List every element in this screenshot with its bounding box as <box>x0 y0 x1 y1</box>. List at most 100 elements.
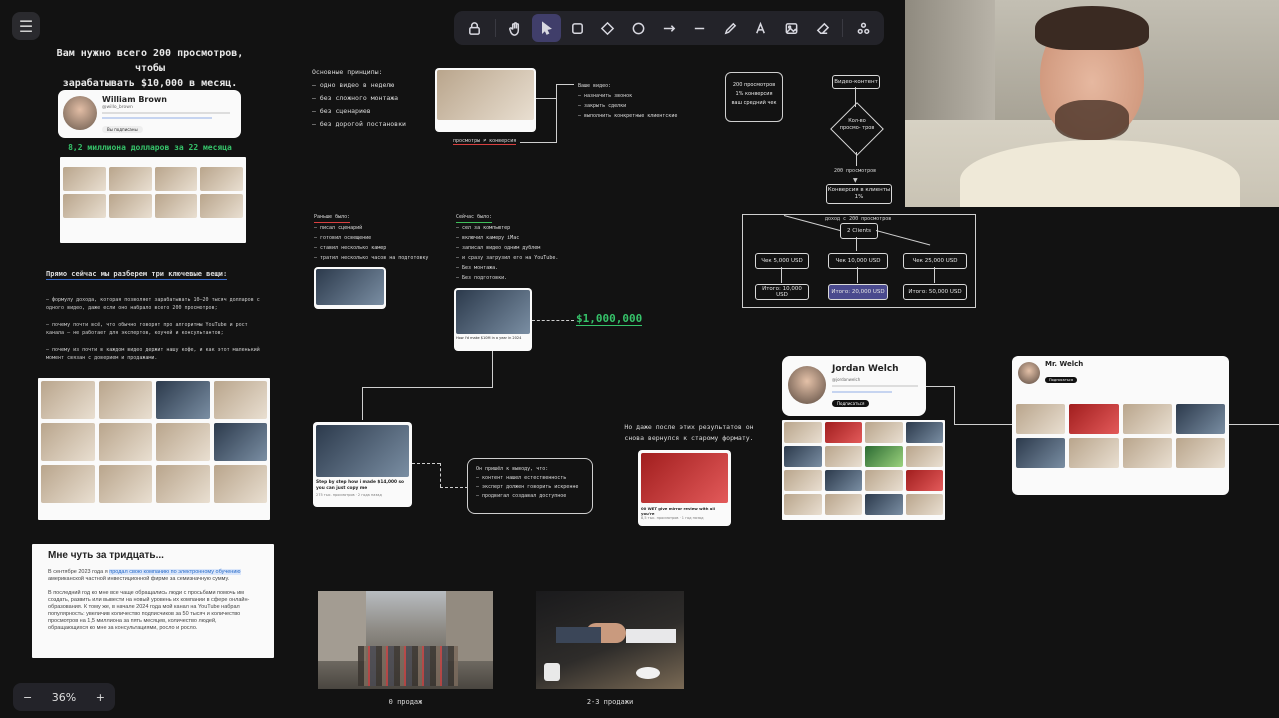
zoom-control: − 36% + <box>13 683 115 711</box>
zoom-level[interactable]: 36% <box>52 691 76 704</box>
text-icon[interactable] <box>747 14 776 42</box>
hand-icon[interactable] <box>502 14 531 42</box>
stat-line1: 200 просмотров <box>732 82 776 88</box>
topic-3: — почему из почти в каждом видео держит … <box>46 347 260 361</box>
principle-1: – одно видео в неделю <box>312 81 395 89</box>
library-icon[interactable] <box>849 14 878 42</box>
step-video-card: Step by step how i made $14,000 so you c… <box>313 422 412 507</box>
zoom-in-button[interactable]: + <box>96 691 105 704</box>
rectangle-icon[interactable] <box>563 14 592 42</box>
bio-title: Мне чуть за тридцать... <box>48 550 164 561</box>
early-thumbnail <box>314 267 386 309</box>
now-1: – сел за компьютер <box>456 225 511 231</box>
jordan-video-grid <box>782 420 945 520</box>
green-revenue-heading: 8,2 миллиона долларов за 22 месяца <box>68 143 232 152</box>
stat-box: 200 просмотров 1% конверсия ваш средний … <box>725 72 783 122</box>
jordan-subscribe-button[interactable]: Подписаться <box>832 400 870 407</box>
early-4: – тратил несколько часов на подготовку <box>314 255 429 261</box>
topic-2: — почему почти всё, что обычно говорят п… <box>46 322 248 336</box>
flow-content-box: Видео-контент <box>832 75 880 89</box>
conversion-label: просмотры ≠ конверсия <box>453 138 517 145</box>
subscribed-button[interactable]: Вы подписаны <box>102 126 143 133</box>
early-title: Раньше было: <box>314 212 351 223</box>
conclusion-2: – эксперт должен говорить искренне <box>476 484 579 490</box>
best-video-card: 00 WET give mirror review with all you'r… <box>638 450 731 526</box>
avatar <box>1018 362 1040 384</box>
early-2: – готовил освещение <box>314 235 372 241</box>
handshake-caption: 2-3 продажи <box>586 698 634 706</box>
principle-3: – без сценариев <box>312 107 371 115</box>
drawing-toolbar <box>454 11 884 45</box>
main-menu-button[interactable]: ☰ <box>12 12 40 40</box>
jordan-handle: @jordanwelch <box>832 377 861 382</box>
now-2: – включил камеру iMac <box>456 235 520 241</box>
welch-name: Mr. Welch <box>1045 360 1084 368</box>
best-video-title: 00 WET give mirror review with all you'r… <box>641 506 715 516</box>
webcam-video-feed <box>905 0 1279 207</box>
video-grid-screenshot <box>38 378 270 520</box>
diamond-icon[interactable] <box>593 14 622 42</box>
william-profile-card[interactable]: William Brown @willo_brown Вы подписаны <box>58 90 241 138</box>
william-name: William Brown <box>102 95 167 104</box>
return-note-1: Но даже после этих результатов он <box>624 423 754 431</box>
left-header-line1: Вам нужно всего 200 просмотров, чтобы <box>56 48 244 74</box>
circle-icon[interactable] <box>624 14 653 42</box>
william-handle: @willo_brown <box>102 105 133 110</box>
bio-document-card: Мне чуть за тридцать... В сентябре 2023 … <box>32 544 274 658</box>
center-video-card: How I'd make $10M in a year in 2024 <box>454 288 532 351</box>
return-note-2: снова вернулся к старому формату. <box>624 434 754 442</box>
step-video-title: Step by step how i made $14,000 so you c… <box>316 480 404 491</box>
total-box-1: Итого: 10,000 USD <box>755 284 809 300</box>
welch-subscribe-button[interactable]: Подписаться <box>1045 377 1077 383</box>
video-goal-3: – выполнить конкретные клиентские <box>578 113 678 119</box>
street-caption: 0 продаж <box>388 698 423 706</box>
select-pointer-icon[interactable] <box>532 14 561 42</box>
pencil-icon[interactable] <box>716 14 745 42</box>
best-video-meta: 8,5 тыс. просмотров · 1 год назад <box>641 516 704 520</box>
flow-views-label: 200 просмотров <box>834 168 877 174</box>
street-crowd-photo <box>318 591 493 689</box>
arrow-icon[interactable] <box>655 14 684 42</box>
early-3: – ставил несколько камер <box>314 245 387 251</box>
video-thumbnail-top <box>435 68 536 132</box>
conclusion-box: Он пришёл к выводу, что: – контент нашел… <box>467 458 593 514</box>
bio-p1-post: американской частной инвестиционной фирм… <box>48 576 230 582</box>
principle-2: – без сложного монтажа <box>312 94 399 102</box>
welch-channel-card: Mr. Welch Подписаться <box>1012 356 1229 495</box>
total-box-2: Итого: 20,000 USD <box>828 284 888 300</box>
handshake-photo <box>536 591 684 689</box>
avatar <box>788 366 826 404</box>
now-6: – Без подготовки. <box>456 275 508 281</box>
now-title: Сейчас было: <box>456 212 493 223</box>
now-3: – записал видео одним дублем <box>456 245 541 251</box>
video-goal-2: – закрыть сделки <box>578 103 627 109</box>
william-channel-screenshot <box>60 157 246 243</box>
bio-link[interactable]: продал свою компанию по электронному обу… <box>109 569 241 575</box>
million-label: $1,000,000 <box>576 312 643 326</box>
jordan-profile-card[interactable]: Jordan Welch @jordanwelch Подписаться <box>782 356 926 416</box>
avatar <box>63 96 97 130</box>
principle-4: – без дорогой постановки <box>312 120 406 128</box>
conclusion-3: – продвигал создавал доступное <box>476 493 567 499</box>
center-video-title: How I'd make $10M in a year in 2024 <box>456 336 522 340</box>
bio-p1-pre: В сентябре 2023 года я <box>48 569 110 575</box>
flow-diamond-label: Кол-во просмо- тров <box>839 118 875 131</box>
video-goals-title: Ваше видео: <box>578 83 612 89</box>
now-5: – Без монтажа. <box>456 265 499 271</box>
video-goal-1: – назначить звонок <box>578 93 633 99</box>
topic-1: — формулу дохода, которая позволяет зара… <box>46 297 260 311</box>
bio-paragraph-2: В последний год ко мне все чаще обращали… <box>48 590 250 631</box>
stat-line3: ваш средний чек <box>731 100 777 106</box>
conclusion-title: Он пришёл к выводу, что: <box>476 466 549 472</box>
conclusion-1: – контент нашел естественность <box>476 475 567 481</box>
line-icon[interactable] <box>685 14 714 42</box>
stat-line2: 1% конверсия <box>735 91 773 97</box>
early-1: – писал сценарий <box>314 225 363 231</box>
zoom-out-button[interactable]: − <box>23 691 32 704</box>
clients-box: 2 Clients <box>840 223 878 239</box>
lock-icon[interactable] <box>460 14 489 42</box>
eraser-icon[interactable] <box>808 14 837 42</box>
principles-title: Основные принципы: <box>312 68 383 76</box>
image-icon[interactable] <box>777 14 806 42</box>
total-box-3: Итого: 50,000 USD <box>903 284 967 300</box>
